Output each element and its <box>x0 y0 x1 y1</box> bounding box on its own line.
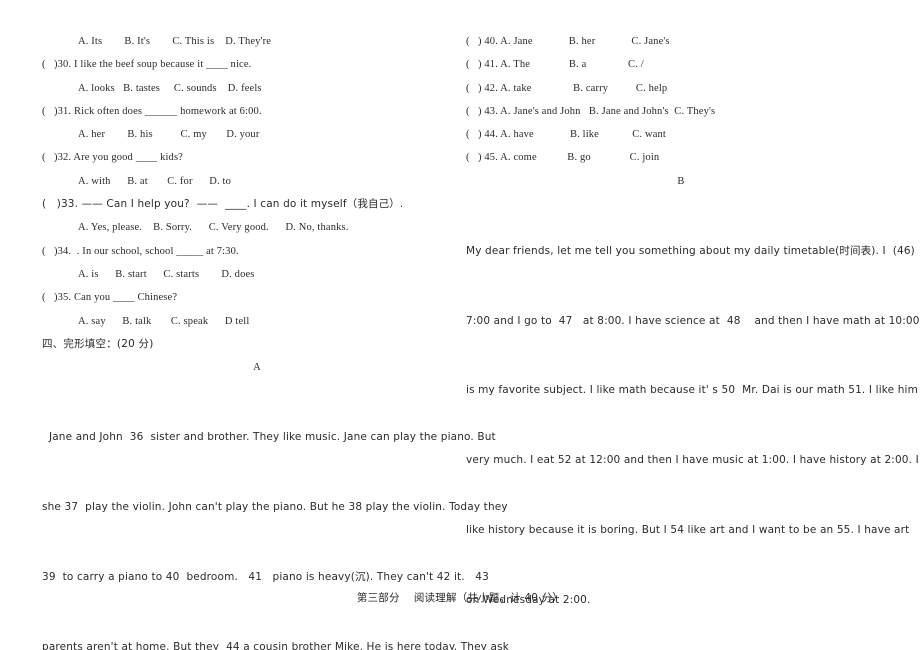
orphan-options-line: A. Its B. It's C. This is D. They're <box>78 36 272 47</box>
cloze-options-a-continued: ( ) 40. A. Jane B. her C. Jane's ( ) 41.… <box>466 30 896 170</box>
cloze-option-row: ( ) 43. A. Jane's and John B. Jane and J… <box>466 105 716 117</box>
cloze-option-row: ( ) 41. A. The B. a C. / <box>466 59 644 71</box>
section-heading-cloze: 四、完形填空：(20 分) <box>42 337 154 350</box>
cloze-option-row: ( ) 44. A. have B. like C. want <box>466 129 667 141</box>
passage-line: parents aren't at home. But they 44 a co… <box>42 640 509 650</box>
passage-line: she 37 play the violin. John can't play … <box>42 500 508 513</box>
passage-line: like history because it is boring. But I… <box>466 524 910 537</box>
cloze-passage-a: Jane and John 36 sister and brother. The… <box>42 379 509 650</box>
question-options: A. looks B. tastes C. sounds D. feels <box>78 82 262 94</box>
question-options: A. with B. at C. for D. to <box>78 175 232 187</box>
question-block-33: ( )33. —— Can I help you? —— ____. I can… <box>42 193 472 240</box>
question-stem: ( )34. . In our school, school _____ at … <box>42 245 239 257</box>
right-column: ( ) 40. A. Jane B. her C. Jane's ( ) 41.… <box>466 30 920 650</box>
cloze-option-row: ( ) 45. A. come B. go C. join <box>466 152 660 164</box>
question-stem: ( )31. Rick often does ______ homework a… <box>42 105 262 117</box>
question-block-35: ( )35. Can you ____ Chinese? A. say B. t… <box>42 286 472 333</box>
question-options: A. Yes, please. B. Sorry. C. Very good. … <box>78 222 349 234</box>
question-block-31: ( )31. Rick often does ______ homework a… <box>42 100 472 147</box>
passage-line: very much. I eat 52 at 12:00 and then I … <box>466 454 920 467</box>
question-options: A. is B. start C. starts D. does <box>78 268 255 280</box>
question-stem: ( )32. Are you good ____ kids? <box>42 152 183 164</box>
passage-label-a: A <box>253 362 261 374</box>
passage-line: is my favorite subject. I like math beca… <box>466 384 918 397</box>
left-column: A. Its B. It's C. This is D. They're ( )… <box>42 30 509 650</box>
passage-line: 7:00 and I go to 47 at 8:00. I have scie… <box>466 314 920 327</box>
page-footer: 第三部分 阅读理解（共小题，计 40 分） <box>356 592 564 604</box>
question-stem: ( )30. I like the beef soup because it _… <box>42 59 252 71</box>
question-stem: ( )35. Can you ____ Chinese? <box>42 292 178 304</box>
question-stem: ( )33. —— Can I help you? —— ____. I can… <box>42 198 404 211</box>
question-options: A. her B. his C. my D. your <box>78 129 260 141</box>
passage-line: Jane and John 36 sister and brother. The… <box>42 431 496 444</box>
question-block-30: ( )30. I like the beef soup because it _… <box>42 53 472 100</box>
question-options: A. say B. talk C. speak D tell <box>78 315 250 327</box>
exam-page: A. Its B. It's C. This is D. They're ( )… <box>0 0 920 650</box>
cloze-option-row: ( ) 42. A. take B. carry C. help <box>466 82 668 94</box>
cloze-option-row: ( ) 40. A. Jane B. her C. Jane's <box>466 36 670 47</box>
cloze-passage-b: My dear friends, let me tell you somethi… <box>466 193 920 650</box>
question-block-34: ( )34. . In our school, school _____ at … <box>42 240 472 287</box>
passage-label-b: B <box>677 175 685 187</box>
passage-line: 39 to carry a piano to 40 bedroom. 41 pi… <box>42 570 489 583</box>
passage-line: My dear friends, let me tell you somethi… <box>466 244 920 257</box>
question-block-32: ( )32. Are you good ____ kids? A. with B… <box>42 146 472 193</box>
